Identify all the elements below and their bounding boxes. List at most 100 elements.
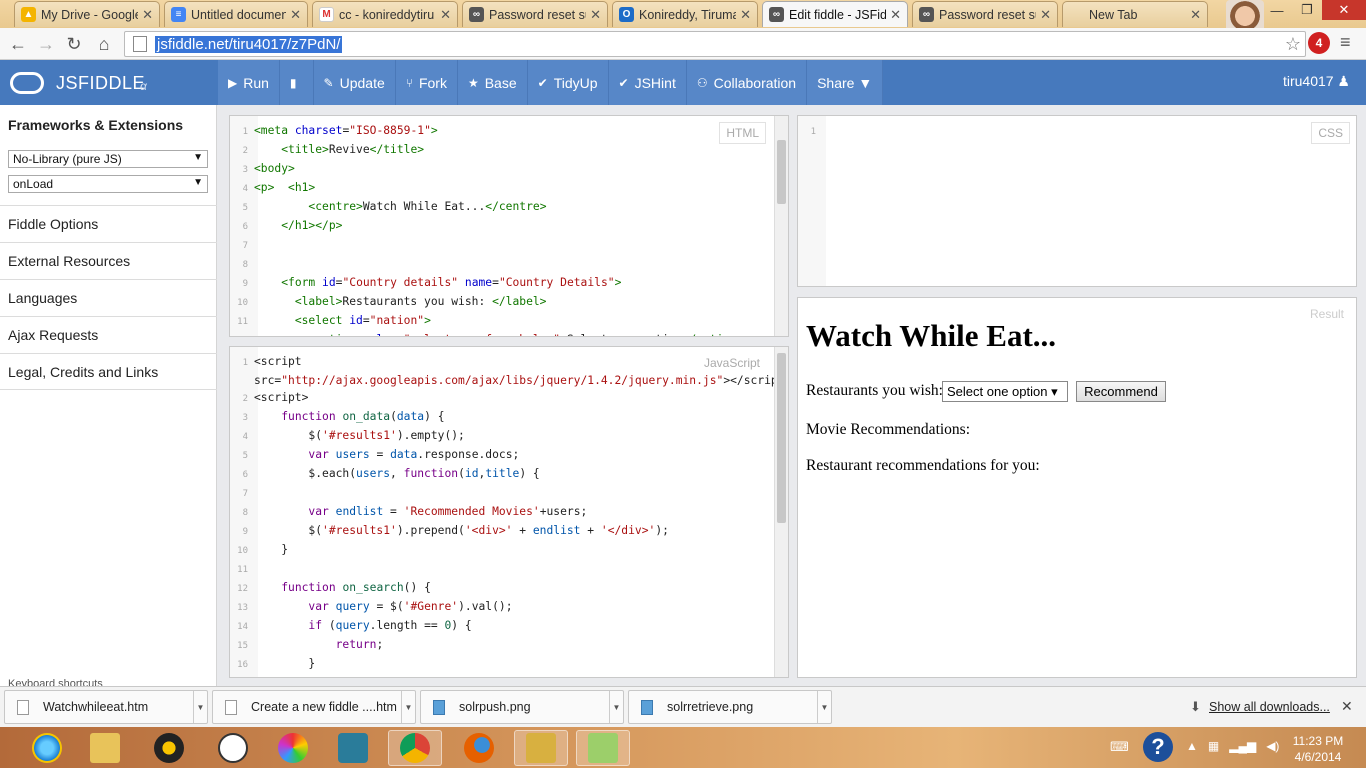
tab-password-reset-2[interactable]: ∞ Password reset suc ✕ [912,1,1058,27]
keyboard-icon[interactable]: ⌨ [1110,739,1129,755]
page-icon [133,36,147,52]
fork-button[interactable]: ⑂ Fork [396,60,458,105]
hp-icon[interactable] [206,730,260,766]
javascript-panel-label: JavaScript [697,353,766,373]
html-scrollbar[interactable] [774,116,788,336]
minimize-icon[interactable]: — [1262,0,1292,20]
css-panel[interactable]: 1 CSS [797,115,1357,287]
media-player-icon[interactable] [142,730,196,766]
dropdown-arrow-icon[interactable]: ▼ [609,691,623,723]
css-code[interactable]: 1 [798,122,822,141]
tab-edit-fiddle[interactable]: ∞ Edit fiddle - JSFidd ✕ [762,1,908,27]
update-label: Update [339,74,385,91]
html-panel[interactable]: 1 <meta charset="ISO-8859-1"> 2 <title>Re… [229,115,789,337]
restaurant-recommendations-text: Restaurant recommendations for you: [806,457,1040,474]
address-bar[interactable]: jsfiddle.net/tiru4017/z7PdN/ ☆ [124,31,1306,57]
library-select[interactable]: No-Library (pure JS) ▼ [8,150,208,168]
load-select[interactable]: onLoad ▼ [8,175,208,193]
system-tray: ⌨ [1110,739,1129,755]
javascript-code[interactable]: 1 <script src="http://ajax.googleapis.com… [230,353,788,677]
explorer-icon[interactable] [78,730,132,766]
maximize-icon[interactable]: ❐ [1292,0,1322,20]
javascript-scrollbar[interactable] [774,347,788,677]
bookmark-star-icon[interactable]: ☆ [1285,34,1301,55]
javascript-panel[interactable]: 1 <script src="http://ajax.googleapis.com… [229,346,789,678]
reload-icon[interactable]: ↻ [62,32,86,56]
notepad-icon[interactable] [576,730,630,766]
user-menu[interactable]: tiru4017 ♟ [1283,73,1350,90]
extension-icon[interactable]: 4 [1308,32,1330,54]
jsfiddle-logo-icon[interactable] [10,72,44,94]
forward-icon[interactable]: → [34,32,58,56]
close-icon[interactable]: ✕ [440,7,451,23]
window-controls: — ❐ ✕ [1262,0,1366,22]
base-button[interactable]: ★ Base [458,60,528,105]
close-icon[interactable]: ✕ [142,7,153,23]
sidebar-item-legal[interactable]: Legal, Credits and Links [0,353,217,390]
dropdown-arrow-icon[interactable]: ▼ [193,691,207,723]
sidebar-item-fiddle-options[interactable]: Fiddle Options [0,205,217,242]
close-icon[interactable]: ✕ [1040,7,1051,23]
help-icon[interactable]: ? [1143,732,1173,762]
outlook-icon: O [619,7,634,22]
scroll-thumb[interactable] [777,353,786,523]
close-icon[interactable]: ✕ [590,7,601,23]
firefox-icon[interactable] [452,730,506,766]
show-hidden-icon[interactable]: ▲ [1186,739,1198,753]
scroll-thumb[interactable] [777,140,786,204]
restaurant-select[interactable]: Select one option ▾ [942,381,1068,402]
close-icon[interactable]: ✕ [1190,7,1201,23]
recommend-button[interactable]: Recommend [1076,381,1166,402]
gmail-icon: M [319,7,334,22]
tab-title: New Tab [1089,7,1138,22]
download-item[interactable]: solrpush.png ▼ [420,690,624,724]
update-button[interactable]: ✎ Update [314,60,396,105]
dropdown-arrow-icon: ▼ [193,152,203,163]
tab-gmail[interactable]: M cc - konireddytiru ✕ [312,1,458,27]
html-code[interactable]: 1 <meta charset="ISO-8859-1"> 2 <title>Re… [230,122,744,336]
chrome-icon[interactable] [388,730,442,766]
share-button[interactable]: Share ▼ [807,60,884,105]
back-icon[interactable]: ← [6,32,30,56]
dropdown-arrow-icon[interactable]: ▼ [401,691,415,723]
download-item[interactable]: Watchwhileeat.htm ▼ [4,690,208,724]
collaboration-button[interactable]: ⚇ Collaboration [687,60,808,105]
chrome-menu-icon[interactable]: ≡ [1340,32,1351,53]
clock[interactable]: 11:23 PM 4/6/2014 [1290,733,1346,765]
line-number: 1 [810,127,816,137]
sidebar-item-languages[interactable]: Languages [0,279,217,316]
home-icon[interactable]: ⌂ [92,32,116,56]
tab-new-tab[interactable]: New Tab ✕ [1062,1,1208,27]
show-all-downloads-link[interactable]: Show all downloads... [1209,700,1330,714]
close-window-icon[interactable]: ✕ [1322,0,1366,20]
share-label: Share ▼ [817,74,873,91]
jshint-button[interactable]: ✔ JSHint [609,60,687,105]
app-icon[interactable] [514,730,568,766]
tab-my-drive[interactable]: ▲ My Drive - Google ✕ [14,1,160,27]
sidebar: Frameworks & Extensions No-Library (pure… [0,105,217,688]
signal-icon[interactable]: ▂▄▆ [1229,739,1256,753]
close-icon[interactable]: ✕ [290,7,301,23]
tidyup-button[interactable]: ✔ TidyUp [528,60,609,105]
tab-outlook[interactable]: O Konireddy, Tiruma ✕ [612,1,758,27]
network-icon[interactable]: ▦ [1208,739,1219,753]
close-icon[interactable]: ✕ [1341,698,1353,715]
volume-icon[interactable]: ◀) [1266,739,1279,753]
download-item[interactable]: solrretrieve.png ▼ [628,690,832,724]
close-icon[interactable]: ✕ [890,7,901,23]
tab-password-reset-1[interactable]: ∞ Password reset suc ✕ [462,1,608,27]
media-center-icon[interactable] [266,730,320,766]
run-button[interactable]: ▶ Run [218,60,280,105]
sidebar-item-external-resources[interactable]: External Resources [0,242,217,279]
download-item[interactable]: Create a new fiddle ....htm ▼ [212,690,416,724]
stats-button[interactable]: ▮ [280,60,314,105]
url-text[interactable]: jsfiddle.net/tiru4017/z7PdN/ [155,35,343,53]
sidebar-item-ajax-requests[interactable]: Ajax Requests [0,316,217,353]
check-icon: ✔ [537,75,548,90]
brand-name[interactable]: JSFIDDLE [56,73,145,94]
tab-untitled-document[interactable]: ≡ Untitled document ✕ [164,1,308,27]
close-icon[interactable]: ✕ [740,7,751,23]
ie-icon[interactable] [20,730,74,766]
dropdown-arrow-icon[interactable]: ▼ [817,691,831,723]
video-icon[interactable] [326,730,380,766]
